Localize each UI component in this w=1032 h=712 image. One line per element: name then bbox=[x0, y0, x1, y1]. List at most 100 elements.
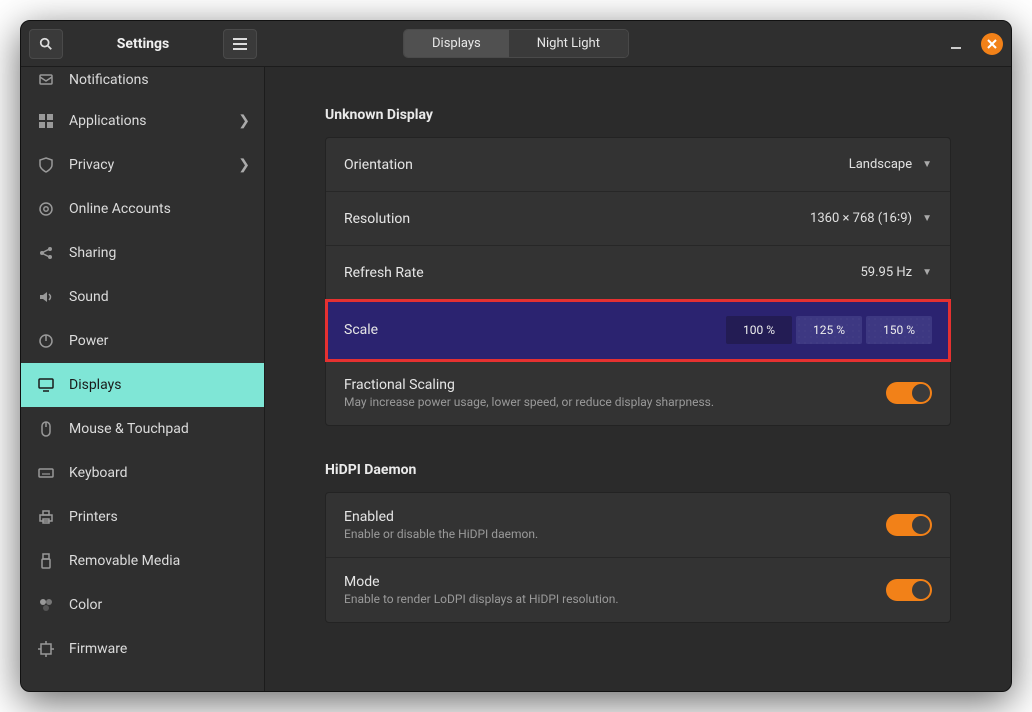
sidebar-item-printers[interactable]: Printers bbox=[21, 495, 264, 539]
scale-segmented-control: 100 % 125 % 150 % bbox=[726, 316, 932, 344]
row-resolution[interactable]: Resolution 1360 × 768 (16∶9) ▼ bbox=[326, 192, 950, 246]
sidebar-item-label: Notifications bbox=[69, 72, 149, 88]
caret-down-icon: ▼ bbox=[922, 213, 932, 224]
scale-label: Scale bbox=[344, 322, 378, 338]
section-title-hidpi: HiDPI Daemon bbox=[325, 462, 951, 478]
fractional-label: Fractional Scaling bbox=[344, 377, 714, 393]
minimize-button[interactable] bbox=[945, 33, 967, 55]
display-panel: Orientation Landscape ▼ Resolution 1360 … bbox=[325, 137, 951, 426]
titlebar-left: Settings bbox=[21, 21, 265, 66]
caret-down-icon: ▼ bbox=[922, 267, 932, 278]
sidebar-item-keyboard[interactable]: Keyboard bbox=[21, 451, 264, 495]
hidpi-mode-desc: Enable to render LoDPI displays at HiDPI… bbox=[344, 592, 619, 606]
chevron-right-icon: ❯ bbox=[238, 157, 250, 173]
sidebar-item-label: Power bbox=[69, 333, 108, 349]
window-body: Notifications Applications ❯ Privacy ❯ O… bbox=[21, 67, 1011, 691]
share-icon bbox=[37, 244, 55, 262]
orientation-label: Orientation bbox=[344, 157, 413, 173]
scale-option-125[interactable]: 125 % bbox=[796, 316, 862, 344]
resolution-value-group: 1360 × 768 (16∶9) ▼ bbox=[810, 211, 932, 226]
settings-window: Settings Displays Night Light Notific bbox=[20, 20, 1012, 692]
section-title-display: Unknown Display bbox=[325, 107, 951, 123]
search-icon bbox=[39, 37, 53, 51]
shield-icon bbox=[37, 156, 55, 174]
refresh-value-group: 59.95 Hz ▼ bbox=[860, 265, 932, 280]
tab-displays[interactable]: Displays bbox=[404, 30, 509, 57]
usb-icon bbox=[37, 552, 55, 570]
fractional-text: Fractional Scaling May increase power us… bbox=[344, 377, 714, 409]
view-switcher: Displays Night Light bbox=[403, 29, 629, 58]
row-scale: Scale 100 % 125 % 150 % bbox=[326, 300, 950, 361]
sidebar-item-label: Mouse & Touchpad bbox=[69, 421, 189, 437]
hidpi-panel: Enabled Enable or disable the HiDPI daem… bbox=[325, 492, 951, 623]
row-fractional-scaling: Fractional Scaling May increase power us… bbox=[326, 361, 950, 425]
sidebar-item-online-accounts[interactable]: Online Accounts bbox=[21, 187, 264, 231]
sidebar-item-mouse-touchpad[interactable]: Mouse & Touchpad bbox=[21, 407, 264, 451]
sidebar-item-sound[interactable]: Sound bbox=[21, 275, 264, 319]
close-button[interactable] bbox=[981, 33, 1003, 55]
palette-icon bbox=[37, 596, 55, 614]
row-hidpi-enabled: Enabled Enable or disable the HiDPI daem… bbox=[326, 493, 950, 558]
fractional-switch[interactable] bbox=[886, 382, 932, 404]
sidebar-item-power[interactable]: Power bbox=[21, 319, 264, 363]
sidebar-item-privacy[interactable]: Privacy ❯ bbox=[21, 143, 264, 187]
sidebar-item-label: Color bbox=[69, 597, 102, 613]
mouse-icon bbox=[37, 420, 55, 438]
refresh-value: 59.95 Hz bbox=[860, 265, 912, 280]
switch-knob bbox=[912, 384, 930, 402]
chip-icon bbox=[37, 640, 55, 658]
speaker-icon bbox=[37, 288, 55, 306]
switch-knob bbox=[912, 516, 930, 534]
sidebar-item-removable-media[interactable]: Removable Media bbox=[21, 539, 264, 583]
sidebar-item-label: Displays bbox=[69, 377, 121, 393]
sidebar-item-displays[interactable]: Displays bbox=[21, 363, 264, 407]
row-hidpi-mode: Mode Enable to render LoDPI displays at … bbox=[326, 558, 950, 622]
hamburger-icon bbox=[233, 38, 247, 50]
printer-icon bbox=[37, 508, 55, 526]
search-button[interactable] bbox=[29, 29, 63, 59]
power-icon bbox=[37, 332, 55, 350]
sidebar-item-color[interactable]: Color bbox=[21, 583, 264, 627]
chevron-right-icon: ❯ bbox=[238, 113, 250, 129]
sidebar-item-label: Privacy bbox=[69, 157, 114, 173]
at-icon bbox=[37, 200, 55, 218]
scale-option-150[interactable]: 150 % bbox=[866, 316, 932, 344]
sidebar-item-label: Applications bbox=[69, 113, 147, 129]
refresh-label: Refresh Rate bbox=[344, 265, 424, 281]
fractional-desc: May increase power usage, lower speed, o… bbox=[344, 395, 714, 409]
row-orientation[interactable]: Orientation Landscape ▼ bbox=[326, 138, 950, 192]
display-icon bbox=[37, 376, 55, 394]
hidpi-mode-switch[interactable] bbox=[886, 579, 932, 601]
row-refresh-rate[interactable]: Refresh Rate 59.95 Hz ▼ bbox=[326, 246, 950, 300]
content-area: Unknown Display Orientation Landscape ▼ … bbox=[265, 67, 1011, 691]
close-icon bbox=[987, 39, 997, 49]
sidebar-item-notifications[interactable]: Notifications bbox=[21, 67, 264, 99]
hidpi-mode-label: Mode bbox=[344, 574, 619, 590]
orientation-value: Landscape bbox=[849, 157, 912, 172]
sidebar-item-label: Removable Media bbox=[69, 553, 180, 569]
switch-knob bbox=[912, 581, 930, 599]
sidebar-item-firmware[interactable]: Firmware bbox=[21, 627, 264, 671]
sidebar-item-label: Sound bbox=[69, 289, 109, 305]
sidebar-item-label: Sharing bbox=[69, 245, 116, 261]
hidpi-enabled-switch[interactable] bbox=[886, 514, 932, 536]
bell-icon bbox=[37, 71, 55, 89]
window-controls bbox=[945, 33, 1003, 55]
sidebar-item-label: Firmware bbox=[69, 641, 127, 657]
grid-icon bbox=[37, 112, 55, 130]
sidebar-item-label: Keyboard bbox=[69, 465, 128, 481]
sidebar: Notifications Applications ❯ Privacy ❯ O… bbox=[21, 67, 265, 691]
sidebar-item-label: Printers bbox=[69, 509, 118, 525]
sidebar-item-sharing[interactable]: Sharing bbox=[21, 231, 264, 275]
minimize-icon bbox=[949, 37, 963, 51]
hidpi-enabled-label: Enabled bbox=[344, 509, 538, 525]
app-title: Settings bbox=[63, 36, 223, 52]
hidpi-mode-text: Mode Enable to render LoDPI displays at … bbox=[344, 574, 619, 606]
hidpi-enabled-desc: Enable or disable the HiDPI daemon. bbox=[344, 527, 538, 541]
keyboard-icon bbox=[37, 464, 55, 482]
tab-night-light[interactable]: Night Light bbox=[509, 30, 628, 57]
scale-option-100[interactable]: 100 % bbox=[726, 316, 792, 344]
sidebar-item-applications[interactable]: Applications ❯ bbox=[21, 99, 264, 143]
orientation-value-group: Landscape ▼ bbox=[849, 157, 932, 172]
menu-button[interactable] bbox=[223, 29, 257, 59]
